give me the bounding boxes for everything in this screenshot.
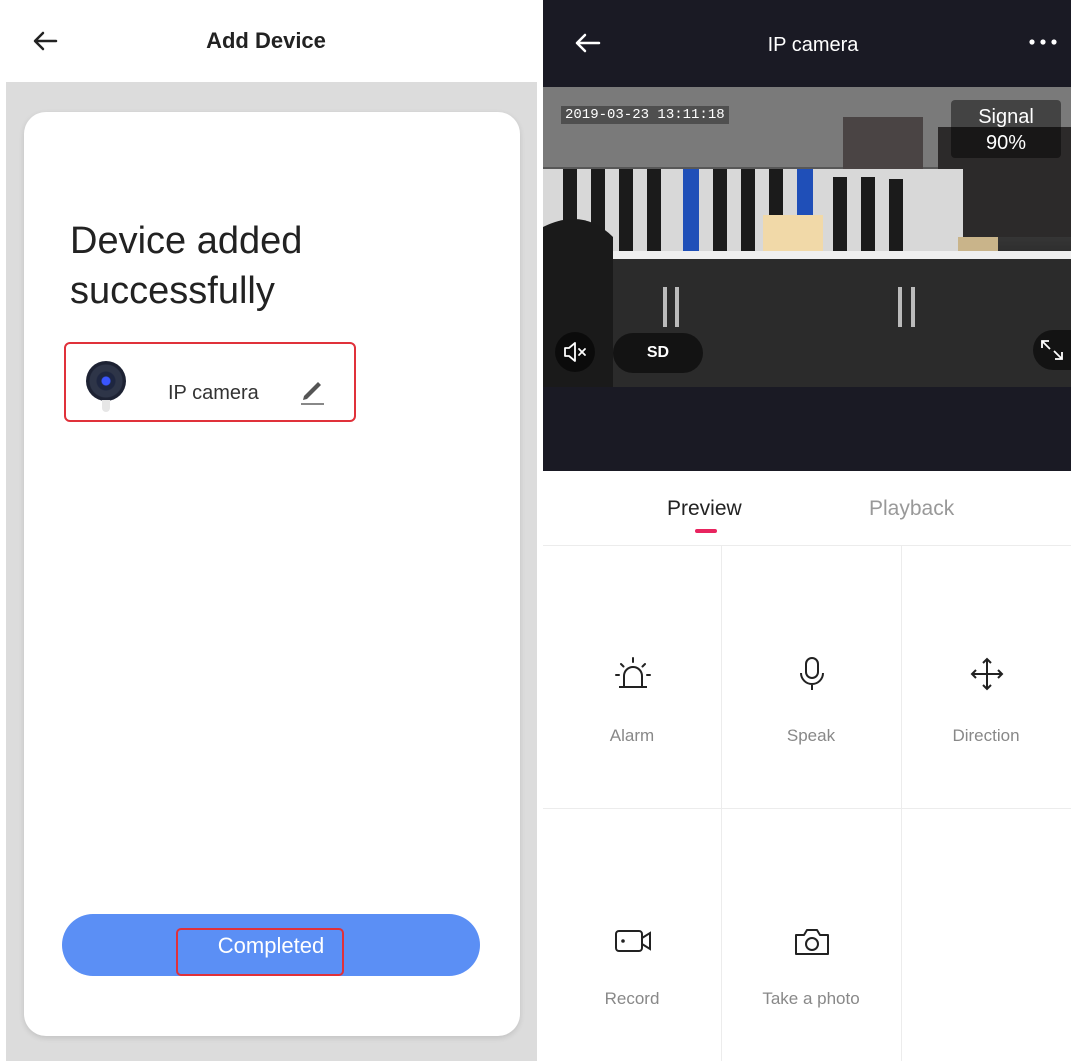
video-timestamp: 2019-03-23 13:11:18 (561, 106, 729, 124)
camera-stand (102, 400, 110, 412)
direction-button[interactable]: Direction (901, 546, 1071, 808)
record-label: Record (604, 989, 660, 1008)
more-options-icon[interactable] (1027, 32, 1061, 52)
alarm-icon (615, 657, 651, 688)
camera-view-screen: IP camera 2019-03-23 13:11:18 Signal 90%… (543, 0, 1071, 1061)
action-grid: Alarm Speak Direction Record Take a phot… (543, 546, 1071, 1061)
header: Add Device (0, 0, 543, 82)
video-record-icon (615, 930, 651, 952)
page-title: IP camera (767, 34, 859, 56)
alarm-label: Alarm (609, 726, 655, 745)
quality-toggle-button[interactable]: SD (613, 333, 703, 373)
record-button[interactable]: Record (543, 809, 721, 1061)
success-heading: Device added successfully (70, 220, 303, 312)
camera-icon (795, 929, 829, 955)
microphone-icon (800, 657, 824, 690)
page-title: Add Device (206, 28, 326, 53)
take-photo-button[interactable]: Take a photo (721, 809, 901, 1061)
completed-button[interactable]: Completed (62, 914, 480, 976)
device-item[interactable]: IP camera (64, 342, 356, 422)
completed-label: Completed (217, 933, 325, 958)
speaker-muted-icon (564, 342, 586, 362)
active-tab-indicator (695, 529, 717, 533)
speak-label: Speak (786, 726, 836, 745)
alarm-button[interactable]: Alarm (543, 546, 721, 808)
speak-button[interactable]: Speak (721, 546, 901, 808)
fullscreen-icon (1041, 340, 1063, 360)
ip-camera-icon (86, 361, 126, 401)
take-photo-label: Take a photo (762, 989, 860, 1008)
signal-value: 90% (985, 132, 1027, 154)
signal-label: Signal (978, 106, 1034, 128)
direction-icon (970, 657, 1004, 691)
add-device-screen: Add Device Device added successfully IP … (0, 0, 543, 1061)
view-tabs: Preview Playback (543, 471, 1071, 546)
direction-label: Direction (952, 726, 1020, 745)
camera-top-area: IP camera 2019-03-23 13:11:18 Signal 90%… (543, 0, 1071, 471)
fullscreen-button[interactable] (1033, 330, 1071, 370)
signal-indicator: Signal 90% (951, 100, 1061, 158)
mute-button[interactable] (555, 332, 595, 372)
device-name: IP camera (168, 382, 259, 404)
result-card: Device added successfully IP camera Comp… (24, 112, 520, 1036)
tab-preview[interactable]: Preview (667, 497, 742, 521)
edit-pencil-icon[interactable] (298, 376, 326, 406)
tab-playback[interactable]: Playback (869, 497, 954, 521)
